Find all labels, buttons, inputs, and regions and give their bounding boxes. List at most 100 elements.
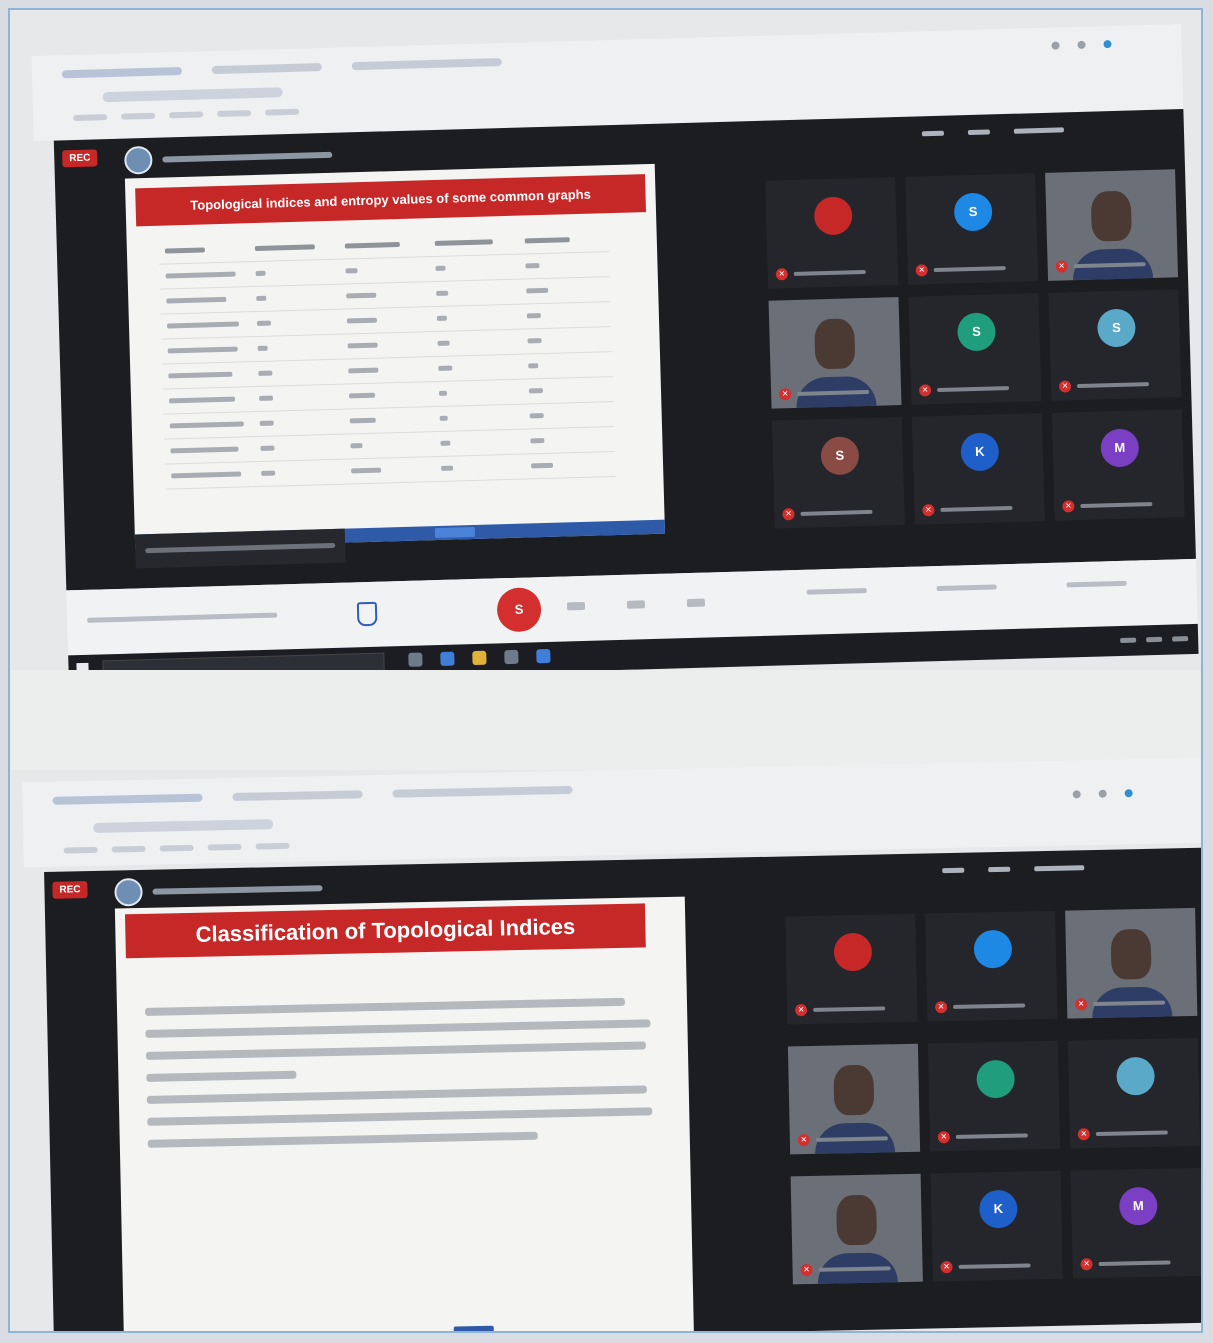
- mic-off-icon: ✕: [1055, 260, 1068, 273]
- browser-tabs[interactable]: [61, 33, 1142, 85]
- browser-tab[interactable]: [351, 58, 502, 71]
- browser-tabs[interactable]: [52, 767, 1162, 812]
- browser-tab[interactable]: [211, 63, 322, 75]
- meet-top-controls: [942, 865, 1085, 874]
- system-tray: [1120, 636, 1189, 644]
- participant-tile[interactable]: S ✕: [771, 417, 905, 529]
- participant-name: [797, 389, 870, 396]
- participant-name-row: ✕: [778, 386, 870, 401]
- participant-name: [940, 505, 1013, 512]
- mic-off-icon: ✕: [1062, 500, 1075, 513]
- browser-tab[interactable]: [52, 793, 203, 805]
- store-icon[interactable]: [504, 649, 519, 665]
- mic-icon[interactable]: [566, 601, 586, 611]
- camera-icon[interactable]: [626, 600, 646, 609]
- app-icon[interactable]: [536, 648, 551, 664]
- folder-icon[interactable]: [472, 650, 487, 666]
- participant-grid: ✕ ✕ ✕ ✕ ✕ ✕ ✕ K ✕ M ✕: [785, 907, 1201, 1285]
- browser-tab[interactable]: [61, 66, 183, 79]
- participants-count[interactable]: [1034, 865, 1085, 872]
- participant-video: [814, 318, 856, 370]
- participant-tile[interactable]: ✕: [1067, 1037, 1201, 1149]
- bookmark[interactable]: [159, 844, 194, 852]
- participant-name-row: ✕: [940, 1259, 1031, 1274]
- participant-tile[interactable]: M ✕: [1070, 1167, 1201, 1279]
- participant-tile[interactable]: ✕: [768, 297, 902, 409]
- pin-icon[interactable]: [967, 129, 990, 136]
- participant-tile[interactable]: M ✕: [1051, 409, 1185, 521]
- mic-off-icon: ✕: [922, 504, 935, 517]
- participant-tile[interactable]: K ✕: [930, 1170, 1063, 1282]
- presenter-name: [162, 151, 333, 163]
- slide-nav-button[interactable]: [434, 526, 476, 539]
- bookmark[interactable]: [255, 842, 290, 850]
- bookmark[interactable]: [169, 111, 204, 119]
- layout-icon[interactable]: [921, 130, 945, 137]
- layout-icon[interactable]: [942, 867, 965, 874]
- minimize-icon[interactable]: [1051, 41, 1060, 50]
- participant-tile[interactable]: ✕: [927, 1040, 1061, 1152]
- slide-body: [144, 997, 653, 1162]
- participant-tile[interactable]: ✕: [765, 177, 899, 289]
- raise-hand-control[interactable]: [806, 588, 867, 595]
- clock[interactable]: [1172, 636, 1189, 642]
- participant-name: [815, 1136, 888, 1142]
- minimize-icon[interactable]: [1072, 790, 1081, 799]
- volume-icon[interactable]: [1146, 636, 1163, 643]
- bookmarks-bar: [63, 842, 290, 854]
- profile-icon[interactable]: [1103, 40, 1112, 49]
- meeting-screenshot-top: REC Topological indices and entropy valu…: [31, 24, 1199, 686]
- maximize-icon[interactable]: [1077, 40, 1086, 49]
- participant-name-row: ✕: [1055, 258, 1146, 273]
- participant-video: [1090, 190, 1133, 242]
- participant-name: [937, 386, 1010, 393]
- presenter-bar: [123, 141, 333, 175]
- presenter-avatar: [114, 877, 143, 907]
- profile-icon[interactable]: [1124, 789, 1133, 798]
- window-controls: [1072, 789, 1133, 799]
- chat-control[interactable]: [1066, 580, 1127, 588]
- participant-name-row: ✕: [797, 1132, 888, 1147]
- table-cell: [518, 227, 610, 255]
- bookmark[interactable]: [73, 114, 108, 122]
- pin-icon[interactable]: [988, 866, 1011, 873]
- participants-count[interactable]: [1013, 127, 1064, 134]
- participant-tile[interactable]: S ✕: [905, 173, 1039, 285]
- participant-tile[interactable]: ✕: [1065, 907, 1198, 1019]
- participant-tile[interactable]: ✕: [925, 910, 1058, 1022]
- bookmark[interactable]: [207, 843, 242, 851]
- mic-off-icon: ✕: [1080, 1258, 1093, 1271]
- security-shield-icon[interactable]: [356, 601, 378, 627]
- more-options-icon[interactable]: [686, 598, 706, 608]
- bookmark[interactable]: [121, 112, 156, 120]
- participant-grid: ✕ S ✕ ✕ ✕ S ✕ S ✕ S ✕ K ✕ M ✕: [765, 169, 1185, 529]
- participant-tile[interactable]: S ✕: [908, 293, 1042, 405]
- participant-tile[interactable]: ✕: [790, 1173, 923, 1285]
- slide-nav-button[interactable]: [453, 1325, 494, 1331]
- bookmark[interactable]: [111, 845, 146, 853]
- network-icon[interactable]: [1120, 637, 1137, 644]
- maximize-icon[interactable]: [1098, 789, 1107, 798]
- page-gap: [10, 670, 1201, 770]
- participant-tile[interactable]: ✕: [785, 913, 918, 1025]
- participant-tile[interactable]: S ✕: [1048, 289, 1182, 401]
- participant-name-row: ✕: [795, 1002, 886, 1017]
- leave-call-button[interactable]: S: [496, 587, 542, 633]
- bookmark[interactable]: [265, 108, 300, 116]
- participant-name-row: ✕: [937, 1129, 1028, 1144]
- address-bar[interactable]: [102, 87, 283, 103]
- address-bar[interactable]: [93, 819, 274, 833]
- task-view-icon[interactable]: [408, 652, 423, 667]
- participant-tile[interactable]: ✕: [1045, 169, 1179, 281]
- browser-tab[interactable]: [232, 790, 363, 802]
- bookmark[interactable]: [63, 846, 98, 854]
- present-now-control[interactable]: [936, 584, 997, 592]
- browser-tab[interactable]: [392, 785, 573, 798]
- text-line: [147, 1131, 538, 1148]
- mic-off-icon: ✕: [918, 384, 932, 397]
- bookmark[interactable]: [217, 110, 252, 118]
- participant-name: [1073, 262, 1146, 269]
- participant-tile[interactable]: ✕: [787, 1043, 921, 1155]
- participant-tile[interactable]: K ✕: [911, 413, 1045, 525]
- browser-icon[interactable]: [440, 651, 455, 666]
